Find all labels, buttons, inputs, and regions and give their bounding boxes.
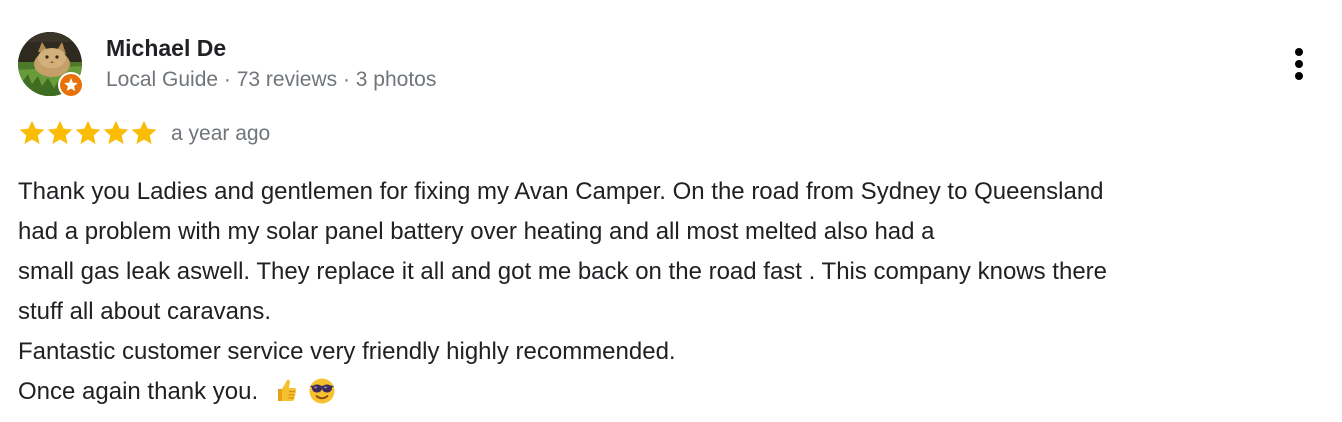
more-options-button[interactable] — [1282, 44, 1318, 84]
review-text-last-line: Once again thank you. — [18, 372, 1328, 412]
review-text-line: had a problem with my solar panel batter… — [18, 218, 935, 245]
review-date: a year ago — [171, 122, 271, 145]
review-card: Michael De Local Guide · 73 reviews · 3 … — [0, 0, 1342, 422]
review-text-line: Once again thank you. — [18, 378, 259, 405]
review-text: Thank you Ladies and gentlemen for fixin… — [18, 172, 1328, 412]
more-options-icon — [1295, 48, 1303, 56]
more-options-icon-dot — [1295, 72, 1303, 80]
review-text-line: Fantastic customer service very friendly… — [18, 338, 676, 365]
review-text-line: Thank you Ladies and gentlemen for fixin… — [18, 178, 1104, 205]
avatar[interactable] — [18, 32, 84, 98]
local-guide-badge-icon — [58, 72, 84, 98]
review-text-line: stuff all about caravans. — [18, 298, 272, 325]
thumbs-up-emoji-icon — [278, 379, 297, 401]
star-icon — [131, 120, 157, 144]
star-icon — [47, 120, 73, 144]
review-text-line: small gas leak aswell. They replace it a… — [18, 258, 1107, 285]
reviewer-meta: Local Guide · 73 reviews · 3 photos — [106, 68, 437, 91]
star-icon — [19, 120, 45, 144]
sunglasses-face-emoji-icon — [309, 378, 335, 404]
star-icon — [75, 120, 101, 144]
star-icon — [103, 120, 129, 144]
star-rating — [18, 119, 158, 147]
more-options-icon-dot — [1295, 60, 1303, 68]
reviewer-name[interactable]: Michael De — [106, 34, 226, 62]
